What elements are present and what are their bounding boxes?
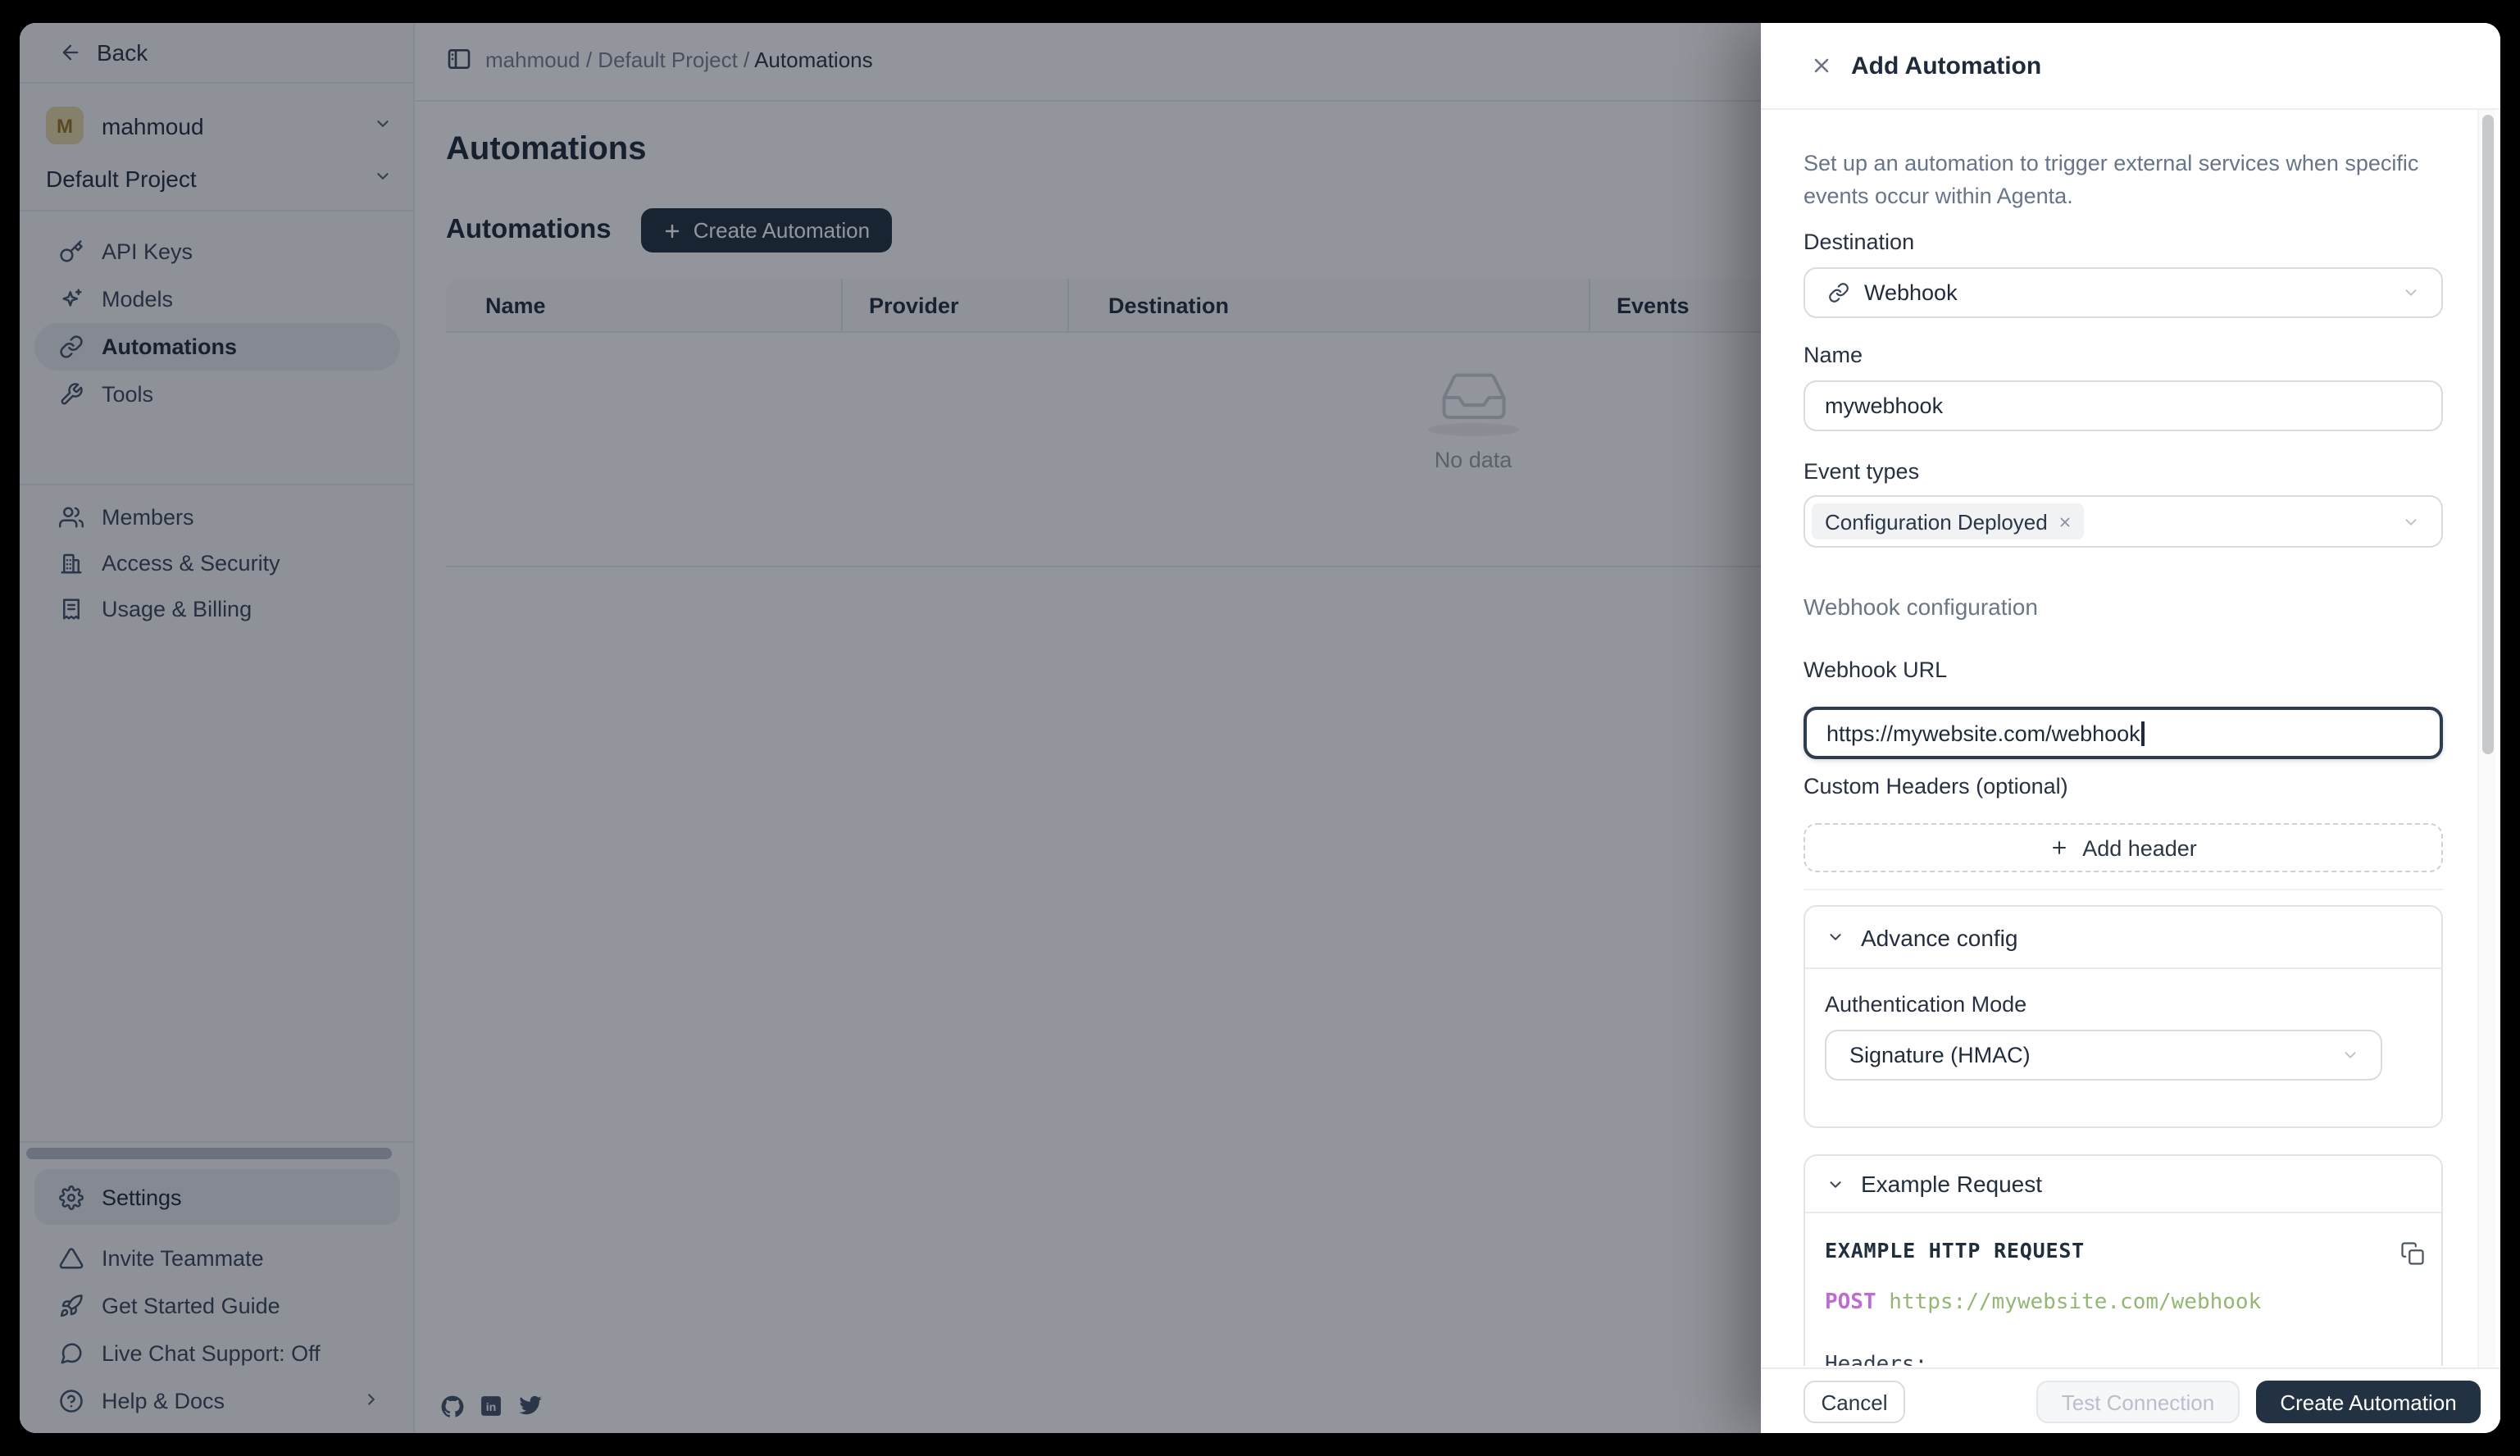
drawer-scrollbar[interactable] xyxy=(2477,110,2495,1367)
example-request-title: Example Request xyxy=(1861,1171,2042,1197)
chevron-down-icon xyxy=(1826,1175,1845,1193)
drawer-description: Set up an automation to trigger external… xyxy=(1804,148,2443,213)
example-request-header[interactable]: Example Request xyxy=(1805,1156,2441,1213)
add-header-button[interactable]: Add header xyxy=(1804,823,2443,872)
drawer-title: Add Automation xyxy=(1851,52,2041,80)
event-type-tag-label: Configuration Deployed xyxy=(1825,509,2048,534)
create-automation-submit-button[interactable]: Create Automation xyxy=(2256,1381,2481,1423)
chevron-down-icon xyxy=(2402,284,2420,302)
app-root: Back M mahmoud Default Project xyxy=(0,0,2520,1456)
add-header-label: Add header xyxy=(2082,835,2197,860)
chevron-down-icon xyxy=(1826,928,1845,946)
name-input[interactable]: mywebhook xyxy=(1804,380,2443,431)
name-label: Name xyxy=(1804,343,2443,367)
plus-icon xyxy=(2049,838,2069,858)
drawer-scrollbar-thumb[interactable] xyxy=(2482,115,2494,754)
chevron-down-icon xyxy=(2402,512,2420,530)
advance-config-header[interactable]: Advance config xyxy=(1805,907,2441,969)
event-types-select[interactable]: Configuration Deployed xyxy=(1804,495,2443,548)
http-url: https://mywebsite.com/webhook xyxy=(1889,1290,2261,1315)
event-type-tag: Configuration Deployed xyxy=(1812,503,2084,539)
advance-config-title: Advance config xyxy=(1861,924,2017,950)
webhook-url-value: https://mywebsite.com/webhook xyxy=(1826,721,2140,745)
close-icon[interactable] xyxy=(1810,54,1833,77)
webhook-configuration-title: Webhook configuration xyxy=(1804,594,2038,620)
webhook-url-input[interactable]: https://mywebsite.com/webhook xyxy=(1804,707,2443,759)
modal-dim-overlay[interactable] xyxy=(20,23,1761,1433)
event-types-label: Event types xyxy=(1804,459,2443,484)
cancel-button[interactable]: Cancel xyxy=(1804,1381,1905,1423)
http-method: POST xyxy=(1825,1290,1889,1315)
drawer-header: Add Automation xyxy=(1761,23,2500,110)
name-input-value: mywebhook xyxy=(1825,394,1943,418)
advance-config-card: Advance config Authentication Mode Signa… xyxy=(1804,905,2443,1128)
destination-select[interactable]: Webhook xyxy=(1804,267,2443,318)
auth-mode-value: Signature (HMAC) xyxy=(1849,1043,2031,1067)
text-caret xyxy=(2142,721,2145,745)
example-request-card: Example Request EXAMPLE HTTP REQUEST POS… xyxy=(1804,1154,2443,1366)
example-http-request-heading: EXAMPLE HTTP REQUEST xyxy=(1825,1238,2085,1263)
chevron-down-icon xyxy=(2341,1046,2359,1064)
add-automation-drawer: Add Automation Set up an automation to t… xyxy=(1761,23,2500,1433)
test-connection-button[interactable]: Test Connection xyxy=(2036,1381,2240,1423)
auth-mode-select[interactable]: Signature (HMAC) xyxy=(1825,1030,2382,1081)
app-window: Back M mahmoud Default Project xyxy=(20,23,2500,1433)
clipped-headers-line: Headers: xyxy=(1825,1353,1927,1366)
copy-icon[interactable] xyxy=(2400,1241,2425,1266)
body-divider xyxy=(1804,889,2443,890)
remove-tag-icon[interactable] xyxy=(2058,514,2072,529)
destination-value: Webhook xyxy=(1864,280,1958,305)
custom-headers-label: Custom Headers (optional) xyxy=(1804,774,2443,799)
link-icon xyxy=(1828,282,1849,303)
example-request-line: POST https://mywebsite.com/webhook xyxy=(1825,1290,2261,1315)
drawer-footer: Cancel Test Connection Create Automation xyxy=(1761,1367,2500,1433)
auth-mode-label: Authentication Mode xyxy=(1825,992,2026,1017)
destination-label: Destination xyxy=(1804,230,2443,254)
webhook-url-label: Webhook URL xyxy=(1804,657,2443,682)
